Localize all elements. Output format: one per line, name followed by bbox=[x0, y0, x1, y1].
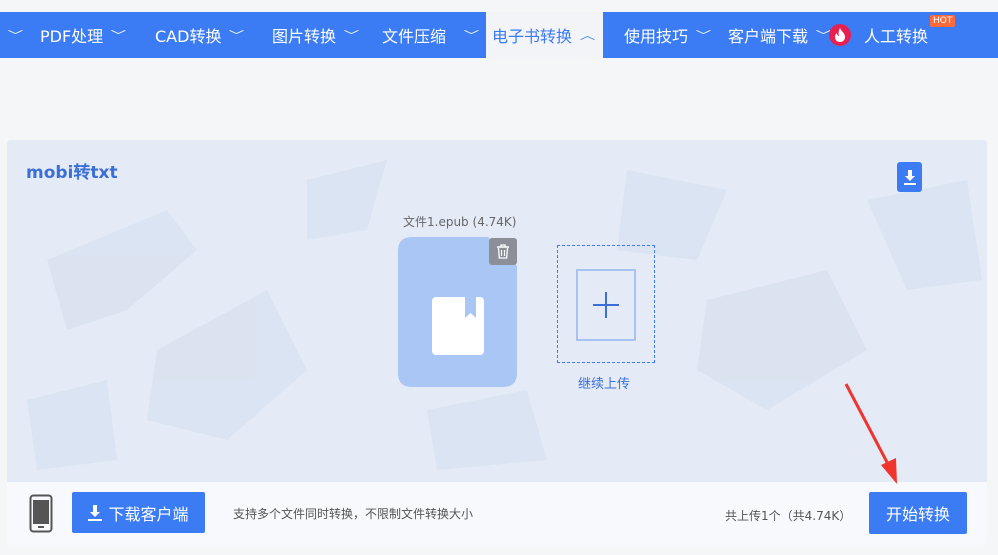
chevron-down-icon: ﹀ bbox=[343, 29, 360, 42]
chevron-down-icon: ﹀ bbox=[110, 29, 127, 42]
chevron-down-icon: ﹀ bbox=[695, 29, 712, 42]
fire-icon bbox=[829, 24, 851, 46]
chevron-down-icon: ﹀ bbox=[7, 29, 24, 42]
nav-item-label: 人工转换 bbox=[864, 27, 929, 46]
chevron-down-icon: ﹀ bbox=[463, 29, 480, 42]
nav-item-cad[interactable]: CAD转换 ﹀ bbox=[155, 12, 245, 58]
trash-icon[interactable] bbox=[489, 238, 517, 265]
nav-item-manual[interactable]: 人工转换 bbox=[864, 12, 928, 58]
file-name-label: 文件1.epub (4.74K) bbox=[403, 213, 516, 230]
file-name: 文件1.epub bbox=[403, 215, 469, 229]
file-size: (4.74K) bbox=[472, 215, 517, 229]
nav-item-client-download[interactable]: 客户端下载 ﹀ bbox=[728, 12, 831, 58]
download-client-button[interactable]: 下载客户端 bbox=[72, 492, 205, 533]
nav-item-image[interactable]: 图片转换 ﹀ bbox=[272, 12, 360, 58]
nav-item-pdf[interactable]: PDF处理 ﹀ bbox=[40, 12, 127, 58]
nav-item-label: 使用技巧 bbox=[624, 27, 689, 46]
upload-more-label[interactable]: 继续上传 bbox=[578, 373, 630, 392]
nav-item-compress[interactable]: 文件压缩 ﹀ bbox=[382, 12, 480, 58]
phone-icon bbox=[29, 494, 53, 533]
page-title: mobi转txt bbox=[26, 163, 118, 183]
hot-badge: HOT bbox=[930, 15, 956, 27]
bottom-bar: 下载客户端 支持多个文件同时转换，不限制文件转换大小 共上传1个（共4.74K）… bbox=[7, 482, 987, 546]
download-icon[interactable] bbox=[897, 162, 922, 192]
nav-item-label: 图片转换 bbox=[272, 27, 337, 46]
book-icon bbox=[432, 297, 484, 355]
nav-item-ebook[interactable]: 电子书转换 ︿ bbox=[486, 12, 603, 58]
converter-panel: mobi转txt 文件1.epub (4.74K) 继续上传 下载客户端 支持多… bbox=[7, 140, 987, 546]
nav-item-tips[interactable]: 使用技巧 ﹀ bbox=[624, 12, 712, 58]
chevron-up-icon: ︿ bbox=[579, 29, 596, 42]
nav-item-label: 客户端下载 bbox=[728, 27, 809, 46]
top-nav: ﹀ PDF处理 ﹀ CAD转换 ﹀ 图片转换 ﹀ 文件压缩 ﹀ 电子书转换 ︿ … bbox=[0, 12, 998, 58]
chevron-down-icon: ﹀ bbox=[229, 29, 245, 42]
nav-prev-chevron[interactable]: ﹀ bbox=[0, 12, 23, 58]
plus-icon[interactable] bbox=[576, 269, 636, 341]
start-convert-button[interactable]: 开始转换 bbox=[869, 492, 967, 534]
download-client-label: 下载客户端 bbox=[108, 504, 189, 524]
nav-item-label: PDF处理 bbox=[40, 27, 104, 46]
upload-count: 共上传1个（共4.74K） bbox=[725, 509, 852, 523]
nav-item-label: CAD转换 bbox=[155, 27, 222, 46]
nav-item-label: 电子书转换 bbox=[492, 27, 573, 46]
nav-item-label: 文件压缩 bbox=[382, 27, 447, 46]
tip-text: 支持多个文件同时转换，不限制文件转换大小 bbox=[233, 507, 474, 521]
upload-more-dropzone[interactable] bbox=[557, 245, 655, 363]
download-icon bbox=[88, 504, 103, 521]
